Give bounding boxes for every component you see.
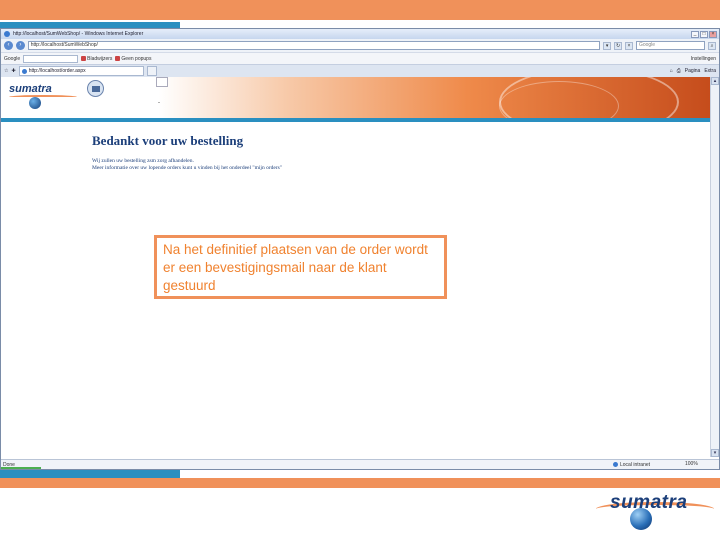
- search-placeholder: Google: [638, 42, 656, 48]
- ie-icon: [4, 31, 10, 37]
- google-toolbar-input[interactable]: [23, 54, 79, 63]
- search-input[interactable]: Google: [635, 41, 706, 50]
- status-bar: Done Local intranet 100%: [1, 459, 719, 469]
- tab-active[interactable]: http://localhost/order.aspx: [18, 66, 144, 76]
- close-button[interactable]: ×: [709, 30, 717, 38]
- maximize-button[interactable]: □: [700, 30, 708, 38]
- favorites-star-icon[interactable]: ☆: [4, 68, 8, 74]
- minimize-button[interactable]: _: [691, 30, 699, 38]
- toolbar-item-label: Bladwijzers: [87, 55, 113, 62]
- url-text: http://localhost/SumWebShop/: [30, 42, 98, 48]
- tab-favicon: [21, 68, 27, 74]
- vertical-scrollbar[interactable]: ▴ ▾: [710, 77, 719, 457]
- url-input[interactable]: http://localhost/SumWebShop/: [27, 41, 601, 50]
- confirmation-line-2: Meer informatie over uw lopende orders k…: [92, 165, 283, 171]
- tab-bar: ☆ ✚ http://localhost/order.aspx ⌂ ⎙ Pagi…: [1, 64, 719, 77]
- window-controls: _ □ ×: [691, 30, 719, 38]
- refresh-button[interactable]: ↻: [614, 41, 623, 50]
- brand-logo: sumatra: [596, 490, 714, 530]
- toolbar-settings[interactable]: Instellingen: [691, 56, 716, 62]
- site-logo-globe-icon: [29, 97, 41, 109]
- page-content: Bedankt voor uw bestelling Wij zullen uw…: [92, 133, 282, 172]
- site-header: sumatra -: [1, 77, 719, 118]
- scroll-up-icon[interactable]: ▴: [711, 77, 719, 85]
- callout-text: Na het definitief plaatsen van de order …: [163, 242, 428, 293]
- site-thumbnail: [156, 77, 168, 87]
- globe-icon: [613, 462, 618, 467]
- search-icon[interactable]: ⌕: [708, 41, 716, 50]
- slide-bottom-band: [0, 478, 720, 488]
- google-toolbar: Google Bladwijzers Geen popups Instellin…: [1, 52, 719, 64]
- callout-box: Na het definitief plaatsen van de order …: [154, 235, 447, 299]
- browser-titlebar: http://localhost/SumWebShop/ - Windows I…: [1, 29, 719, 39]
- dropdown-button[interactable]: ▾: [603, 41, 612, 50]
- print-icon[interactable]: [87, 80, 104, 97]
- popup-blocker-icon: [115, 56, 121, 61]
- slide-bottom-accent: [0, 470, 180, 478]
- page-title: Bedankt voor uw bestelling: [92, 133, 244, 148]
- window-title: http://localhost/SumWebShop/ - Windows I…: [13, 31, 144, 37]
- forward-button[interactable]: ›: [15, 41, 25, 50]
- new-tab-button[interactable]: [146, 66, 157, 76]
- security-zone[interactable]: Local intranet: [613, 461, 650, 468]
- tool-extra[interactable]: Extra: [704, 68, 716, 74]
- home-icon[interactable]: ⌂: [670, 68, 673, 74]
- tool-page[interactable]: Pagina: [685, 68, 701, 74]
- print-icon[interactable]: ⎙: [677, 68, 681, 74]
- status-progress: [1, 467, 41, 469]
- zoom-level[interactable]: 100%: [685, 461, 698, 467]
- back-button[interactable]: ‹: [4, 41, 13, 50]
- toolbar-item-popups[interactable]: Geen popups: [115, 56, 151, 62]
- toolbar-item-bookmarks[interactable]: Bladwijzers: [81, 56, 112, 62]
- add-favorite-icon[interactable]: ✚: [11, 68, 15, 74]
- tab-title: http://localhost/order.aspx: [28, 68, 86, 74]
- slide: http://localhost/SumWebShop/ - Windows I…: [0, 0, 720, 540]
- site-logo-text[interactable]: sumatra: [9, 83, 52, 95]
- confirmation-line-1: Wij zullen uw bestelling zsm zorg afhand…: [92, 158, 194, 164]
- header-strip: [1, 118, 719, 122]
- bookmark-icon: [81, 56, 87, 61]
- site-dot: -: [158, 100, 160, 106]
- site-logo-swoosh: [9, 95, 77, 99]
- slide-top-band: [0, 0, 720, 20]
- address-bar: ‹ › http://localhost/SumWebShop/ ▾ ↻ × G…: [1, 39, 719, 52]
- zone-label: Local intranet: [620, 461, 651, 468]
- scroll-down-icon[interactable]: ▾: [711, 449, 719, 457]
- google-toolbar-label: Google: [4, 55, 21, 62]
- command-bar: ⌂ ⎙ Pagina Extra: [670, 68, 716, 74]
- stop-button[interactable]: ×: [625, 41, 633, 50]
- toolbar-item-label: Geen popups: [121, 55, 152, 62]
- globe-icon: [630, 508, 652, 530]
